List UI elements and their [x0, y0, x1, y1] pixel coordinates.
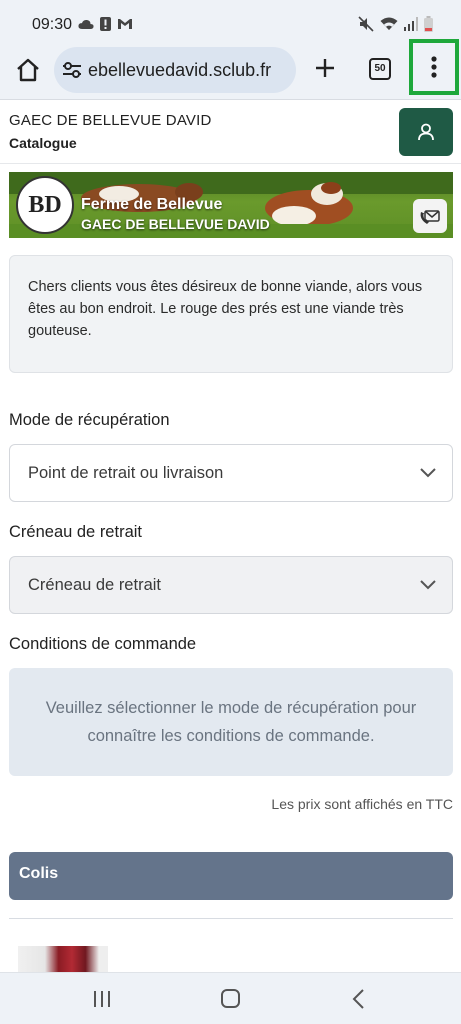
pickup-slot-label: Créneau de retrait — [9, 523, 142, 541]
pickup-slot-select[interactable]: Créneau de retrait — [9, 556, 453, 614]
back-icon[interactable] — [351, 988, 365, 1010]
home-nav-icon[interactable] — [221, 989, 240, 1008]
menu-button[interactable] — [409, 39, 459, 95]
intro-message: Chers clients vous êtes désireux de bonn… — [9, 255, 453, 373]
order-conditions-label: Conditions de commande — [9, 635, 197, 653]
account-button[interactable] — [399, 108, 453, 156]
alert-icon — [100, 17, 111, 31]
contact-button[interactable] — [413, 199, 447, 233]
address-bar[interactable]: ebellevuedavid.sclub.fr — [54, 47, 296, 93]
menu-icon[interactable] — [431, 56, 437, 78]
category-header[interactable]: Colis — [9, 852, 453, 900]
recents-icon[interactable] — [92, 989, 112, 1009]
status-right-icons — [358, 16, 433, 32]
cloud-icon — [78, 19, 94, 29]
pickup-slot-value: Créneau de retrait — [28, 576, 161, 594]
shop-name: GAEC DE BELLEVUE DAVID — [9, 112, 212, 129]
farm-banner: BD Ferme de Bellevue GAEC DE BELLEVUE DA… — [9, 172, 453, 238]
signal-icon — [404, 17, 418, 31]
contact-icon — [420, 210, 440, 224]
pickup-mode-value: Point de retrait ou livraison — [28, 464, 224, 482]
url-text[interactable]: ebellevuedavid.sclub.fr — [88, 60, 271, 81]
browser-toolbar: ebellevuedavid.sclub.fr 50 — [0, 39, 461, 100]
header-divider — [0, 163, 461, 164]
category-divider — [9, 918, 453, 919]
price-note: Les prix sont affichés en TTC — [271, 796, 453, 812]
banner-title: Ferme de Bellevue — [81, 196, 223, 213]
home-icon[interactable] — [14, 56, 42, 84]
logo-text: BD — [28, 191, 62, 218]
site-settings-icon[interactable] — [62, 61, 82, 79]
page-title: Catalogue — [9, 135, 77, 151]
system-nav-bar — [0, 972, 461, 1024]
category-label: Colis — [19, 865, 59, 882]
status-time: 09:30 — [32, 16, 73, 33]
pickup-mode-label: Mode de récupération — [9, 411, 170, 429]
battery-icon — [424, 16, 433, 32]
tabs-icon[interactable]: 50 — [369, 58, 391, 80]
status-bar: 09:30 — [0, 0, 461, 44]
mute-icon — [358, 16, 374, 32]
new-tab-icon[interactable] — [313, 56, 337, 80]
user-icon — [418, 123, 434, 141]
banner-subtitle: GAEC DE BELLEVUE DAVID — [81, 216, 270, 232]
order-conditions-message: Veuillez sélectionner le mode de récupér… — [9, 668, 453, 776]
wifi-icon — [380, 17, 398, 30]
farm-logo: BD — [16, 176, 74, 234]
chevron-down-icon — [420, 468, 436, 478]
status-left-icons — [78, 17, 133, 31]
chevron-down-icon — [420, 580, 436, 590]
product-image[interactable] — [18, 946, 108, 972]
gmail-icon — [118, 19, 132, 29]
pickup-mode-select[interactable]: Point de retrait ou livraison — [9, 444, 453, 502]
